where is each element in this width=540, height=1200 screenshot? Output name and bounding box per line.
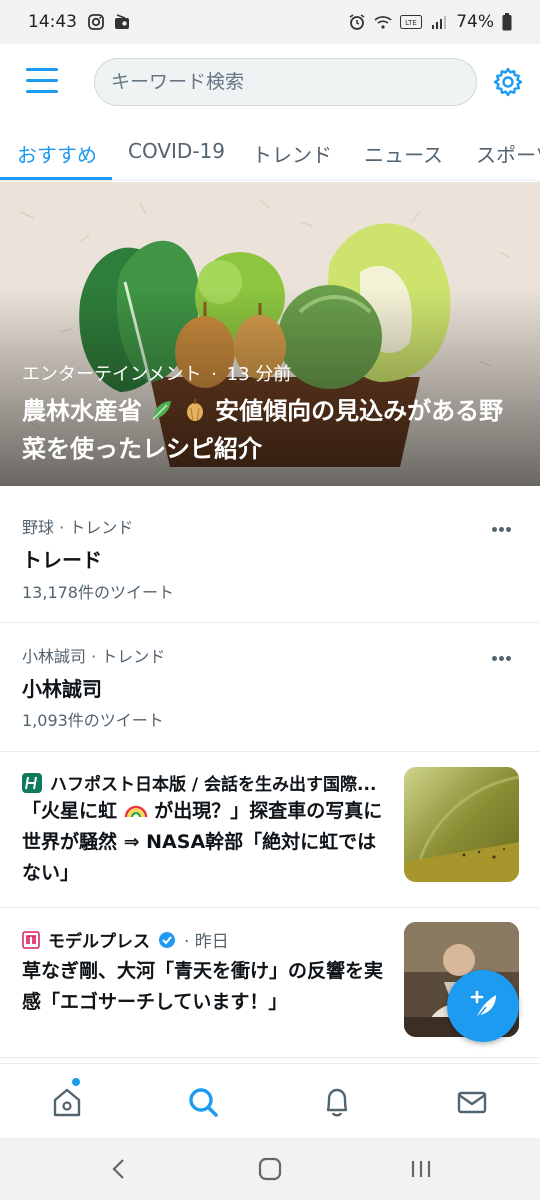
home-circle-icon[interactable] [255,1156,285,1182]
recents-icon[interactable] [406,1156,436,1182]
wifi-icon [374,16,392,29]
news-source: モデルプレス · 昨日 [22,927,229,952]
instagram-icon [88,14,104,30]
tab-recommended[interactable]: おすすめ [17,139,97,168]
verified-badge-icon [159,931,175,948]
search-input[interactable] [111,71,460,93]
tab-trends[interactable]: トレンド [252,139,332,168]
news-title: 草なぎ剛、大河「青天を衝け」の反響を実感「エゴサーチしています！」 [22,960,384,1013]
trend-tweet-count: 1,093件のツイート [22,711,164,730]
explore-tabs: おすすめ COVID-19 トレンド ニュース スポーツ [0,124,540,181]
system-navigation-bar [0,1138,540,1200]
hero-time: 13 分前 [226,364,292,385]
feather-plus-icon [470,990,496,1020]
trend-category: 野球 · トレンド [22,518,134,537]
news-source-name: ハフポスト日本版 / 会話を生み出す国際... [50,775,377,795]
hero-separator: · [211,364,217,385]
battery-percent: 74% [456,12,494,32]
home-icon[interactable] [47,1082,87,1122]
huffpost-logo-icon [22,772,42,793]
tab-covid19[interactable]: COVID-19 [128,139,225,163]
app-header [0,44,540,124]
mail-icon[interactable] [452,1082,492,1122]
rainbow-emoji-icon [124,805,147,818]
new-content-dot [72,1078,80,1086]
radio-icon [115,14,129,29]
trend-category: 小林誠司 · トレンド [22,647,166,666]
trend-item[interactable]: 野球 · トレンド トレード 13,178件のツイート [0,487,540,623]
news-time: · 昨日 [184,932,229,952]
battery-icon [502,13,512,31]
gear-icon[interactable] [492,66,524,98]
trend-name: トレード [22,548,102,572]
tab-news[interactable]: ニュース [364,139,443,168]
status-time: 14:43 [28,12,77,32]
trend-item[interactable]: 小林誠司 · トレンド 小林誠司 1,093件のツイート [0,623,540,752]
search-field[interactable] [94,58,477,106]
volte-icon: LTE [400,15,423,29]
news-thumbnail [404,767,519,882]
news-item[interactable]: ハフポスト日本版 / 会話を生み出す国際... 「火星に虹 が出現？」探査車の写… [0,752,540,908]
trend-tweet-count: 13,178件のツイート [22,583,174,602]
compose-tweet-button[interactable] [447,970,519,1042]
alarm-icon [349,14,365,30]
leafy-vegetable-emoji-icon [152,401,172,420]
bottom-navigation [0,1063,540,1138]
more-options-icon[interactable] [492,517,516,532]
menu-button[interactable] [26,68,58,98]
active-tab-indicator [0,177,112,180]
more-options-icon[interactable] [492,646,516,661]
search-icon[interactable] [183,1082,223,1122]
onion-emoji-icon [186,399,203,421]
modelpress-logo-icon [22,930,40,949]
hero-title: 農林水産省 安値傾向の見込みがある野菜を使ったレシピ紹介 [22,397,504,463]
signal-icon [432,16,447,29]
news-source: ハフポスト日本版 / 会話を生み出す国際... [22,770,376,795]
hero-meta: エンターテインメント · 13 分前 [22,360,291,386]
trend-name: 小林誠司 [22,677,102,701]
hero-category: エンターテインメント [22,364,202,385]
bell-icon[interactable] [317,1082,357,1122]
hero-card[interactable]: エンターテインメント · 13 分前 農林水産省 安値傾向の見込みがある野菜を使… [0,182,540,486]
back-icon[interactable] [104,1156,134,1182]
news-title: 「火星に虹 が出現？」探査車の写真に世界が騒然 ⇒ NASA幹部「絶対に虹ではな… [22,800,383,884]
tab-sports[interactable]: スポーツ [476,139,540,168]
news-source-name: モデルプレス [48,932,150,952]
status-bar: 14:43 LTE 74% [0,0,540,44]
svg-text:LTE: LTE [405,19,417,27]
